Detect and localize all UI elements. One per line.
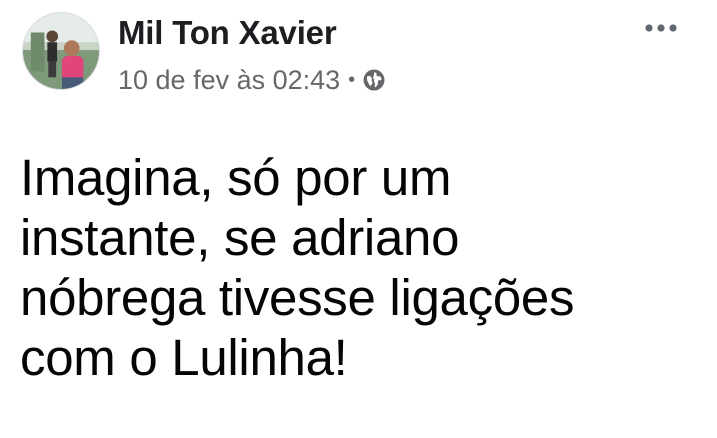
post-message: Imagina, só por um instante, se adriano … bbox=[20, 148, 700, 388]
avatar[interactable] bbox=[22, 12, 100, 90]
post-message-line: Imagina, só por um bbox=[20, 149, 452, 206]
post-meta: 10 de fev às 02:43 • bbox=[118, 64, 386, 96]
profile-photo bbox=[23, 13, 99, 89]
post-message-line: com o Lulinha! bbox=[20, 329, 348, 386]
post-message-line: instante, se adriano bbox=[20, 209, 460, 266]
more-options-icon[interactable] bbox=[641, 16, 681, 40]
globe-icon[interactable] bbox=[362, 68, 386, 92]
post-timestamp[interactable]: 10 de fev às 02:43 bbox=[118, 65, 340, 96]
author-name[interactable]: Mil Ton Xavier bbox=[118, 14, 337, 52]
meta-separator: • bbox=[348, 69, 356, 91]
facebook-post: Mil Ton Xavier 10 de fev às 02:43 • Imag… bbox=[0, 0, 717, 438]
post-message-line: nóbrega tivesse ligações bbox=[20, 269, 575, 326]
